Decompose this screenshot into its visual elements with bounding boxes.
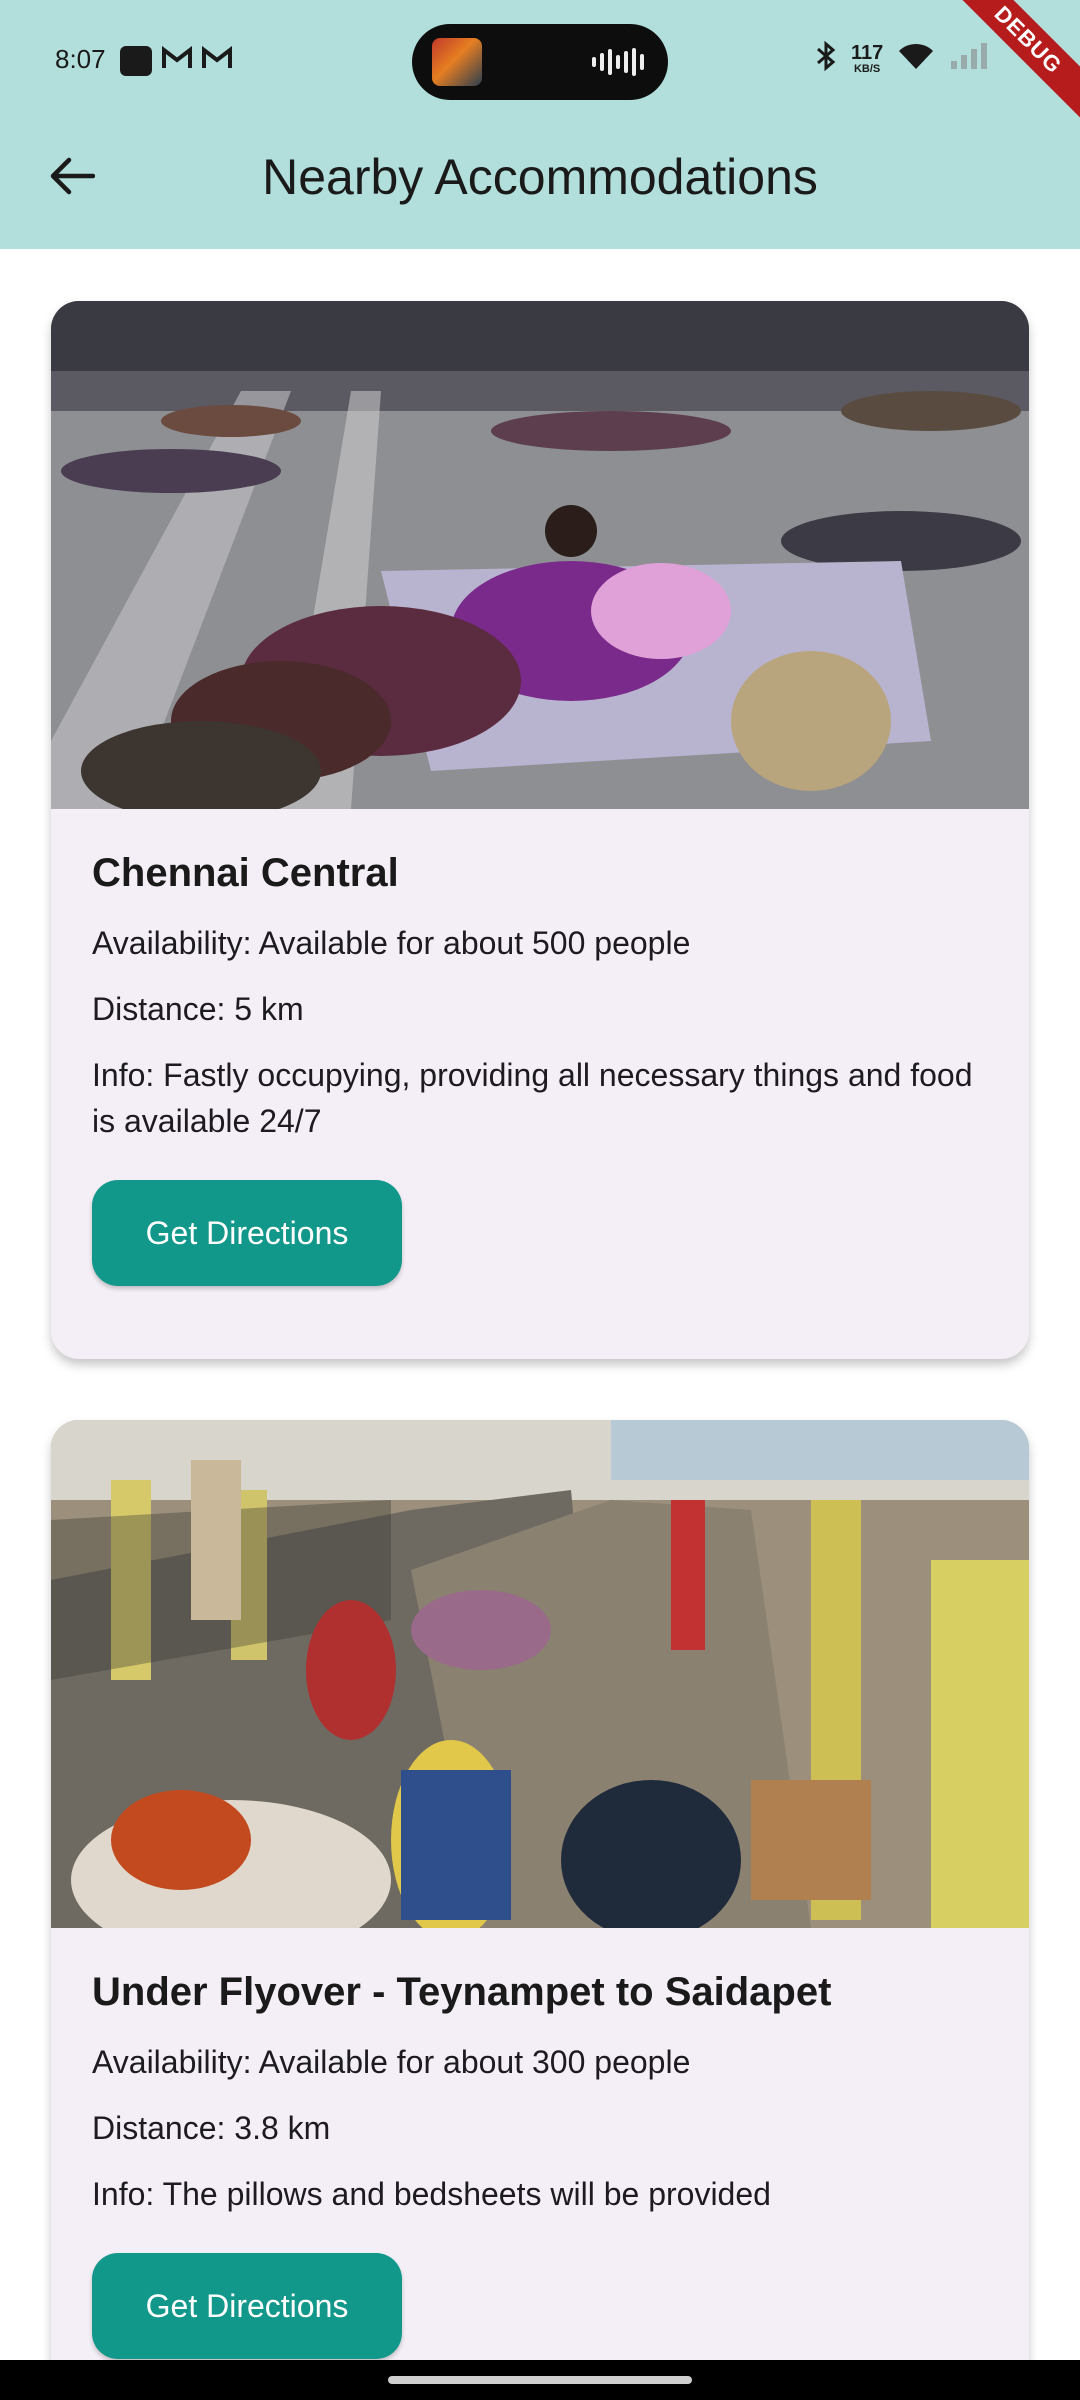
audio-wave-icon	[592, 48, 644, 76]
app-icon	[120, 46, 152, 76]
gmail-icon	[162, 45, 192, 76]
system-navigation-bar	[0, 2360, 1080, 2400]
availability-text: Availability: Available for about 300 pe…	[92, 2044, 691, 2080]
accommodation-card: Chennai Central Availability: Available …	[51, 301, 1029, 1359]
home-gesture-handle[interactable]	[388, 2376, 692, 2384]
page-title: Nearby Accommodations	[262, 149, 818, 205]
status-bar: 8:07 117 KB/S DEBUG	[0, 0, 1080, 131]
gmail-icon	[202, 45, 232, 76]
availability-text: Availability: Available for about 500 pe…	[92, 925, 691, 961]
accommodation-card: Under Flyover - Teynampet to Saidapet Av…	[51, 1420, 1029, 2400]
network-speed-unit: KB/S	[853, 62, 881, 75]
info-text: Info: Fastly occupying, providing all ne…	[92, 1057, 973, 1139]
bluetooth-icon	[815, 40, 837, 77]
distance-text: Distance: 5 km	[92, 991, 304, 1027]
network-speed: 117 KB/S	[851, 43, 883, 75]
accommodation-name: Chennai Central	[92, 851, 399, 895]
network-speed-value: 117	[851, 41, 884, 64]
get-directions-button[interactable]: Get Directions	[92, 1180, 402, 1286]
status-time: 8:07	[55, 44, 106, 74]
accommodation-photo	[51, 301, 1029, 809]
get-directions-button[interactable]: Get Directions	[92, 2253, 402, 2359]
system-icons: 117 KB/S	[815, 40, 993, 77]
media-thumbnail	[432, 38, 482, 86]
distance-text: Distance: 3.8 km	[92, 2110, 331, 2146]
info-text: Info: The pillows and bedsheets will be …	[92, 2176, 771, 2212]
accommodation-photo	[51, 1420, 1029, 1928]
notification-icons	[120, 45, 232, 76]
signal-icon	[949, 41, 993, 76]
dynamic-island[interactable]	[412, 24, 668, 100]
wifi-icon	[897, 41, 935, 76]
accommodation-name: Under Flyover - Teynampet to Saidapet	[92, 1970, 832, 2014]
